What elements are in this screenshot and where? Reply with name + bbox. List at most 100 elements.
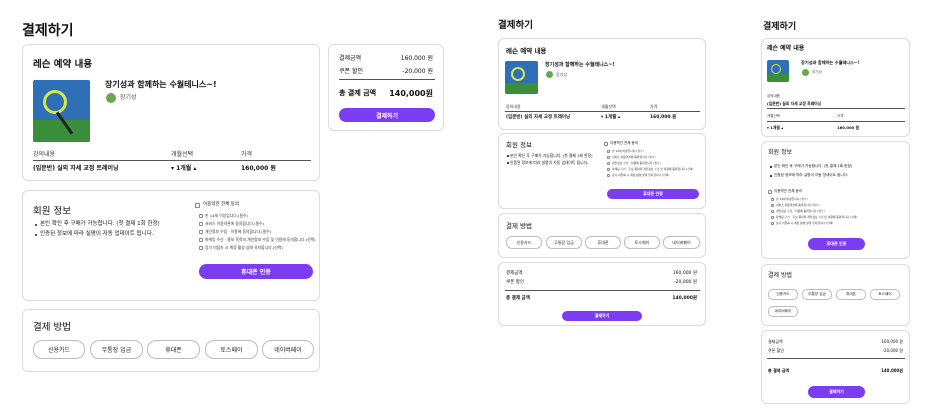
page-title: 결제하기 (498, 20, 533, 31)
payment-method-phone[interactable]: 휴대폰 (585, 236, 621, 249)
payment-method-naver[interactable]: 네이버페이 (663, 236, 700, 249)
month-value: 1개월 (176, 165, 192, 172)
col-price-header: 가격 (837, 114, 844, 118)
agree-all-label: 이용약관 전체 동의 (774, 189, 802, 193)
member-section-title: 회원 정보 (768, 149, 792, 156)
page-title: 결제하기 (763, 22, 797, 32)
terms-label: 개인정보 수집 · 이용에 동의합니다.(필수) (612, 161, 661, 165)
payment-section-title: 결제 방법 (33, 322, 71, 333)
lesson-row-content: (입문반) 실외 자세 교정 트레이닝 (506, 115, 571, 120)
lesson-row-price: 160,000 원 (241, 165, 276, 172)
month-stepper[interactable]: ▾ 1개월 ▴ (171, 166, 196, 172)
payment-method-bank[interactable]: 무통장 입금 (546, 236, 582, 249)
chevron-up-icon[interactable]: ▴ (193, 165, 196, 172)
summary-card: 결제금액 160,000 원 쿠폰 할인 -20,000 원 총 결제 금액 1… (498, 262, 706, 326)
chevron-down-icon[interactable]: ▾ (601, 115, 603, 120)
lesson-card: 레슨 예약 내용 장기성과 함께하는 수월테니스~! 장기성 강의내용 개월선택… (22, 44, 320, 181)
pay-button[interactable]: 결제하기 (808, 386, 865, 398)
summary-divider (339, 79, 435, 80)
amount-value: 160,000 원 (881, 339, 904, 344)
terms-label: 만 14세 이상입니다.(필수) (612, 149, 644, 153)
month-stepper[interactable]: ▾ 1개월 ▴ (767, 126, 783, 130)
terms-checkbox[interactable] (199, 222, 203, 226)
amount-value: 160,000 원 (672, 271, 697, 276)
total-value: 140,000원 (881, 368, 903, 373)
agree-all-checkbox[interactable] (195, 203, 200, 208)
payment-method-bank[interactable]: 무통장 입금 (90, 340, 143, 359)
terms-checkbox[interactable] (199, 230, 203, 234)
terms-label: 서비스 이용약관에 동의합니다.(필수) (205, 221, 264, 226)
terms-checkbox[interactable] (199, 238, 203, 242)
col-months-header: 개월선택 (767, 114, 780, 118)
verify-button[interactable]: 휴대폰 인증 (607, 189, 699, 199)
coupon-value: -20,000 원 (882, 348, 903, 353)
payment-method-phone[interactable]: 휴대폰 (147, 340, 200, 359)
month-stepper[interactable]: ▾ 1개월 ▴ (601, 115, 620, 121)
member-note-1: 본인 확인 후 구매가 가능합니다. (첫 결제 1회 한정) (510, 153, 593, 158)
terms-label: 만 14세 이상입니다.(필수) (205, 213, 248, 218)
chevron-down-icon[interactable]: ▾ (171, 165, 174, 172)
terms-checkbox[interactable] (771, 216, 774, 219)
payment-method-naver[interactable]: 네이버페이 (768, 306, 798, 317)
total-label: 총 결제 금액 (506, 296, 530, 301)
amount-label: 결제금액 (339, 55, 362, 62)
terms-checkbox[interactable] (607, 156, 610, 159)
total-value: 140,000원 (389, 89, 433, 98)
payment-method-card[interactable]: 신용카드 (506, 236, 542, 249)
agree-all-checkbox[interactable] (768, 190, 772, 194)
terms-label: 개인정보 수집 · 이용에 동의합니다.(필수) (776, 209, 825, 213)
payment-card: 결제 방법 신용카드 무통장 입금 휴대폰 토스페이 네이버페이 (22, 309, 320, 372)
payment-method-phone[interactable]: 휴대폰 (836, 289, 866, 300)
chevron-up-icon[interactable]: ▴ (781, 125, 783, 130)
payment-method-bank[interactable]: 무통장 입금 (802, 289, 832, 300)
terms-label: 서비스 이용약관에 동의합니다.(필수) (776, 203, 820, 207)
terms-checkbox[interactable] (771, 222, 774, 225)
total-label: 총 결제 금액 (339, 89, 377, 97)
verify-button[interactable]: 휴대폰 인증 (199, 264, 313, 279)
terms-checkbox[interactable] (199, 246, 203, 250)
col-price-header: 가격 (241, 151, 253, 158)
amount-label: 결제금액 (768, 339, 783, 344)
payment-method-toss[interactable]: 토스페이 (624, 236, 660, 249)
bullet (35, 224, 37, 226)
payment-method-naver[interactable]: 네이버페이 (262, 340, 314, 359)
agree-all-label: 이용약관 전체 동의 (203, 202, 239, 207)
instructor-name: 장기성 (556, 72, 568, 77)
chevron-down-icon[interactable]: ▾ (767, 125, 769, 130)
terms-label: 장기 미접속 시 계정 활성 상태 유지합니다.(선택) (205, 245, 283, 250)
instructor-avatar (802, 69, 809, 76)
payment-method-toss[interactable]: 토스페이 (205, 340, 258, 359)
lesson-row-content: (입문반) 실외 자세 교정 트레이닝 (33, 165, 119, 172)
terms-checkbox[interactable] (607, 162, 610, 165)
terms-checkbox[interactable] (199, 214, 203, 218)
payment-method-card[interactable]: 신용카드 (33, 340, 85, 359)
chevron-up-icon[interactable]: ▴ (618, 115, 620, 120)
terms-checkbox[interactable] (607, 174, 610, 177)
terms-checkbox[interactable] (607, 150, 610, 153)
terms-label: 장기 미접속 시 계정 활성 상태 유지합니다.(선택) (776, 221, 834, 225)
pay-button[interactable]: 결제하기 (339, 108, 435, 122)
payment-method-toss[interactable]: 토스페이 (870, 289, 900, 300)
col-content-header: 강의내용 (767, 94, 780, 98)
table-divider (767, 121, 905, 122)
agree-all-label: 이용약관 전체 동의 (610, 141, 638, 145)
summary-card: 결제금액 160,000 원 쿠폰 할인 -20,000 원 총 결제 금액 1… (761, 330, 910, 404)
terms-checkbox[interactable] (771, 210, 774, 213)
terms-checkbox[interactable] (771, 198, 774, 201)
terms-label: 개인정보 수집 · 이용에 동의합니다.(필수) (205, 229, 272, 234)
verify-button[interactable]: 휴대폰 인증 (808, 238, 865, 250)
pay-button[interactable]: 결제하기 (562, 311, 642, 321)
lesson-thumbnail (505, 61, 538, 94)
terms-checkbox[interactable] (771, 204, 774, 207)
agree-all-checkbox[interactable] (604, 142, 608, 146)
terms-checkbox[interactable] (607, 168, 610, 171)
member-note-2: 인증된 정보에 따라 실명이 자동 업데이트 됩니다. (510, 160, 589, 165)
lesson-row-price: 160,000 원 (837, 125, 860, 130)
lesson-row-price: 160,000 원 (650, 115, 677, 120)
month-value: 1개월 (770, 125, 780, 130)
col-content-header: 강의내용 (33, 151, 56, 158)
lesson-card: 레슨 예약 내용 장기성과 함께하는 수월테니스~! 장기성 강의내용 (입문반… (761, 38, 910, 137)
terms-label: 서비스 이용약관에 동의합니다.(필수) (612, 155, 656, 159)
lesson-section-title: 레슨 예약 내용 (506, 47, 547, 55)
payment-method-card[interactable]: 신용카드 (768, 289, 798, 300)
